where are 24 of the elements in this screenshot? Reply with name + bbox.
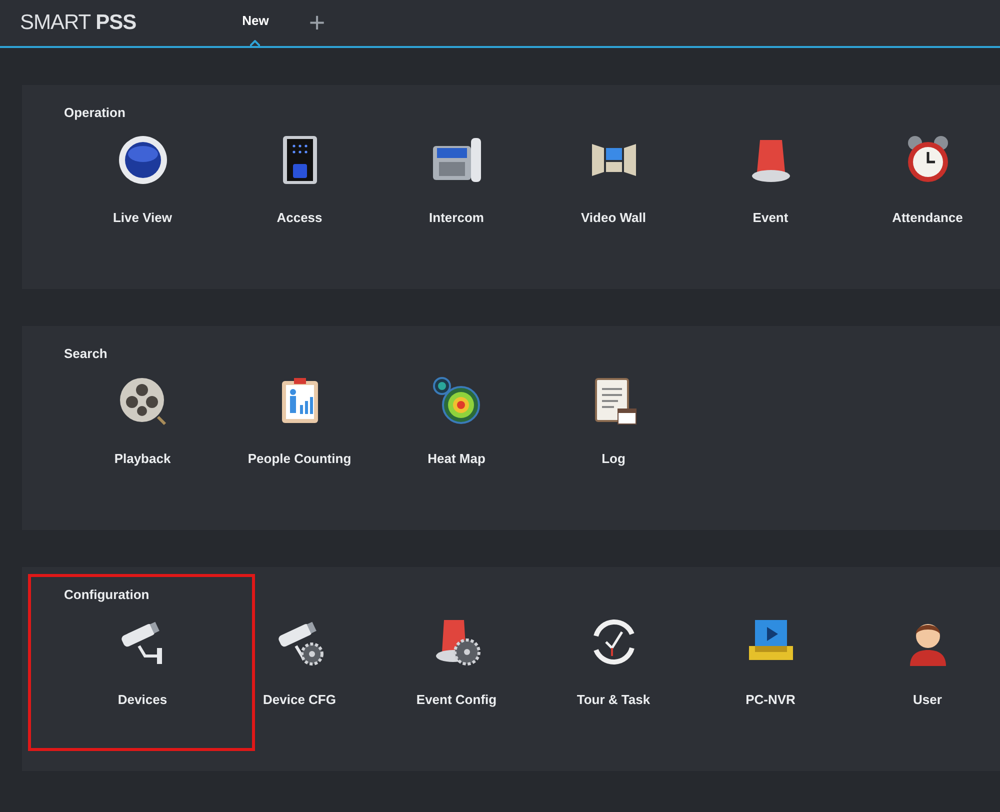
module-tile[interactable]: Attendance — [849, 134, 1000, 225]
heat-map-icon — [430, 375, 482, 427]
module-tile[interactable]: People Counting — [221, 375, 378, 466]
module-tile[interactable]: Live View — [64, 134, 221, 225]
add-tab-button[interactable]: + — [304, 9, 330, 37]
module-tile[interactable]: Playback — [64, 375, 221, 466]
module-tile[interactable]: Devices — [64, 616, 221, 707]
app-title: SMART PSS — [20, 11, 136, 35]
section-title: Search — [64, 346, 108, 361]
tab[interactable]: New — [240, 0, 271, 46]
module-tile[interactable]: User — [849, 616, 1000, 707]
module-tile[interactable]: Event — [692, 134, 849, 225]
module-tile[interactable]: PC-NVR — [692, 616, 849, 707]
module-tile[interactable]: Tour & Task — [535, 616, 692, 707]
section-title: Operation — [64, 105, 126, 120]
module-tile[interactable]: Event Config — [378, 616, 535, 707]
module-tile[interactable]: Intercom — [378, 134, 535, 225]
module-tile[interactable]: Heat Map — [378, 375, 535, 466]
module-tile[interactable]: Access — [221, 134, 378, 225]
module-tile[interactable]: Video Wall — [535, 134, 692, 225]
module-tile[interactable]: Device CFG — [221, 616, 378, 707]
lens-icon — [116, 134, 168, 186]
section-title: Configuration — [64, 587, 150, 602]
module-tile[interactable]: Log — [535, 375, 692, 466]
